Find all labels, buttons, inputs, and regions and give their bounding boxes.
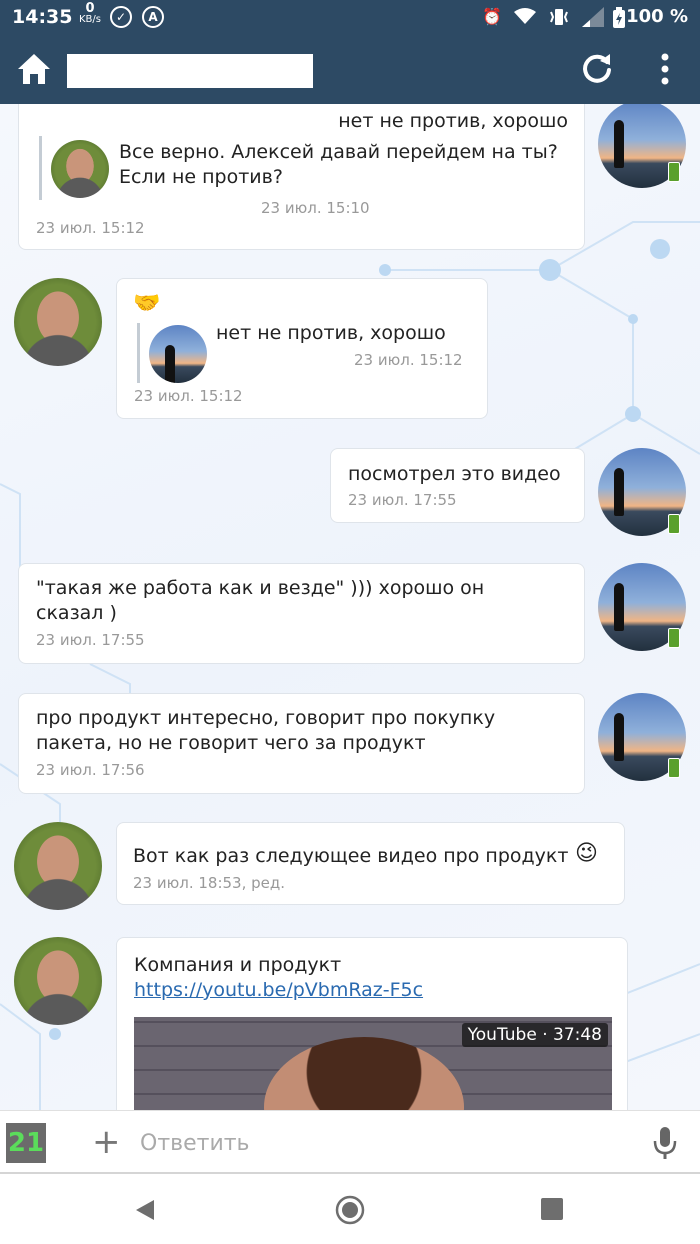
battery-percent: 100 %	[626, 6, 688, 27]
status-bar: 14:35 0 KB/s ✓ A ⏰ 100 %	[0, 0, 700, 34]
check-circle-icon: ✓	[110, 6, 132, 28]
a-circle-icon: A	[142, 6, 164, 28]
message-text: посмотрел это видео	[348, 463, 561, 485]
message-time: 23 июл. 17:55	[348, 491, 457, 509]
nav-back-icon[interactable]	[134, 1198, 156, 1222]
contact-avatar[interactable]	[14, 822, 102, 910]
attach-plus-icon[interactable]: +	[92, 1125, 121, 1159]
quote-bar	[137, 323, 140, 383]
quoted-time: 23 июл. 15:10	[261, 199, 370, 217]
message-text: Вот как раз следующее видео про продукт	[133, 845, 569, 867]
quote-bar	[39, 136, 42, 200]
message-time: 23 июл. 18:53, ред.	[133, 874, 286, 892]
system-nav-bar	[0, 1176, 700, 1244]
network-speed: 0 KB/s	[78, 1, 102, 25]
message-text: "такая же работа как и везде" ))) хорошо…	[36, 577, 485, 624]
refresh-icon[interactable]	[580, 51, 614, 85]
message-time: 23 июл. 17:55	[36, 631, 145, 649]
quoted-author-avatar	[149, 325, 207, 383]
quoted-text: Все верно. Алексей давай перейдем на ты?…	[119, 141, 558, 188]
network-speed-unit: KB/s	[79, 14, 101, 25]
mobile-status-icon	[668, 162, 680, 182]
quoted-text: нет не против, хорошо	[216, 322, 446, 344]
quoted-time: 23 июл. 15:12	[354, 351, 463, 369]
nav-home-icon[interactable]	[334, 1194, 366, 1226]
message-bubble[interactable]: посмотрел это видео 23 июл. 17:55	[330, 448, 585, 523]
message-text: про продукт интересно, говорит про покуп…	[36, 707, 496, 754]
chat-title-field[interactable]	[67, 54, 313, 88]
message-bubble[interactable]: Вот как раз следующее видео про продукт …	[116, 822, 625, 905]
message-time: 23 июл. 17:56	[36, 761, 145, 779]
message-time: 23 июл. 15:12	[36, 219, 145, 237]
message-time: 23 июл. 15:12	[134, 387, 243, 405]
handshake-emoji: 🤝	[133, 291, 161, 316]
alarm-icon: ⏰	[482, 7, 502, 26]
message-bubble[interactable]: "такая же работа как и везде" ))) хорошо…	[18, 563, 585, 664]
reply-bar: 21 +	[0, 1110, 700, 1174]
nav-recents-icon[interactable]	[541, 1198, 563, 1220]
app-bar	[0, 34, 700, 104]
mobile-status-icon	[668, 514, 680, 534]
message-bubble[interactable]: 🤝 нет не против, хорошо 23 июл. 15:12 23…	[116, 278, 488, 419]
contact-avatar[interactable]	[14, 278, 102, 366]
more-vert-icon[interactable]	[655, 52, 675, 86]
chat-area[interactable]: нет не против, хорошо Все верно. Алексей…	[0, 104, 700, 1110]
message-bubble[interactable]: про продукт интересно, говорит про покуп…	[18, 693, 585, 794]
wink-emoji: 😉	[575, 841, 598, 866]
contact-avatar[interactable]	[14, 937, 102, 1025]
status-time: 14:35	[12, 6, 73, 28]
vibrate-icon	[548, 7, 570, 31]
mobile-status-icon	[668, 758, 680, 778]
message-text: нет не против, хорошо	[338, 110, 568, 132]
mobile-status-icon	[668, 628, 680, 648]
signal-icon	[580, 7, 606, 31]
message-bubble[interactable]: Компания и продукт https://youtu.be/pVbm…	[116, 937, 628, 1110]
message-text: Компания и продукт	[134, 954, 342, 976]
microphone-icon[interactable]	[652, 1125, 678, 1161]
battery-charging-icon	[612, 7, 626, 33]
home-icon[interactable]	[16, 52, 52, 86]
wifi-icon	[514, 7, 536, 29]
video-preview-image	[264, 1037, 464, 1110]
network-speed-value: 0	[85, 1, 95, 16]
reply-input[interactable]	[140, 1125, 620, 1161]
video-thumbnail[interactable]: YouTube · 37:48	[134, 1017, 612, 1110]
quoted-author-avatar	[51, 140, 109, 198]
video-duration-badge: YouTube · 37:48	[461, 1023, 608, 1047]
unread-counter[interactable]: 21	[6, 1123, 46, 1163]
video-link[interactable]: https://youtu.be/pVbmRaz-F5c	[134, 978, 423, 1003]
message-bubble[interactable]: нет не против, хорошо Все верно. Алексей…	[18, 104, 585, 250]
